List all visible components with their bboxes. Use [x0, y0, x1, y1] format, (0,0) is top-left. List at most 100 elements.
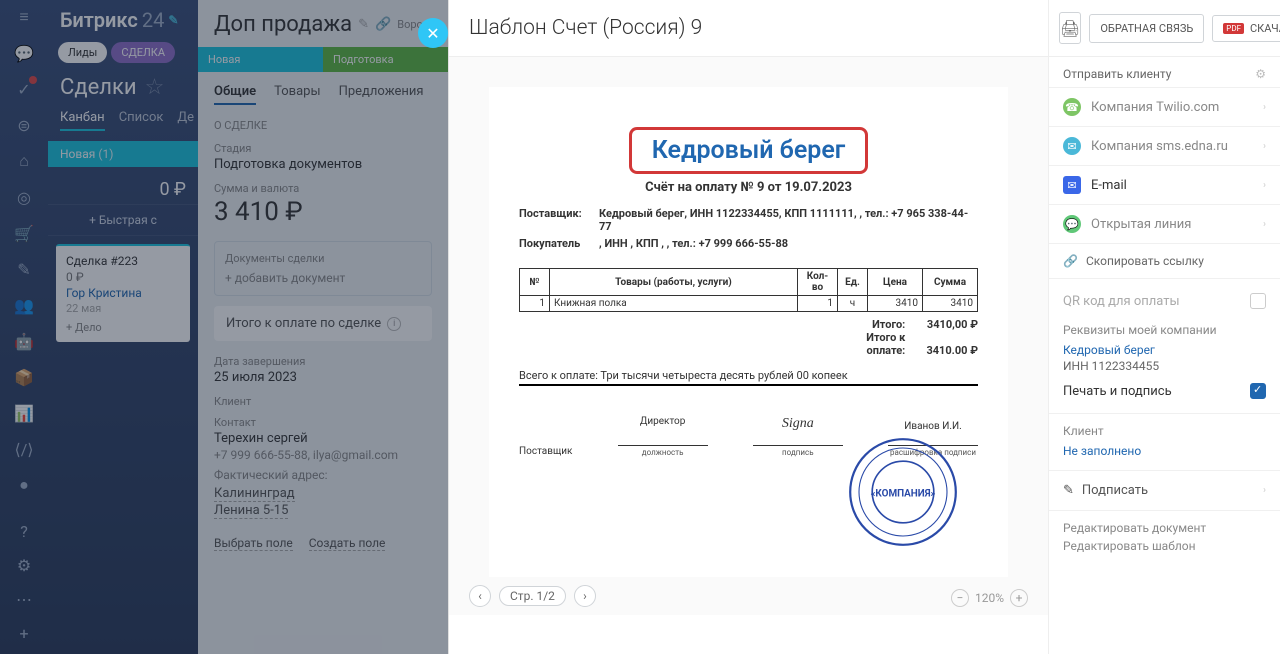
sign-name: Иванов И.И.	[888, 421, 978, 432]
requisites-label: Реквизиты моей компании	[1063, 323, 1266, 337]
create-field-link[interactable]: Создать поле	[309, 536, 386, 551]
contact-name[interactable]: Терехин сергей	[214, 431, 432, 446]
td-qty: 1	[798, 296, 838, 312]
pager-next[interactable]: ›	[574, 585, 596, 607]
send-sms[interactable]: ✉ Компания sms.edna.ru ›	[1049, 126, 1280, 165]
chat-icon[interactable]: 💬	[15, 44, 33, 62]
client-value[interactable]: Не заполнено	[1063, 444, 1266, 458]
add-doc-button[interactable]: + добавить документ	[225, 271, 421, 285]
document-viewer: Шаблон Счет (Россия) 9 Кедровый берег Сч…	[448, 0, 1048, 654]
company-name: Кедровый берег	[652, 136, 846, 165]
target-icon[interactable]: ◎	[15, 188, 33, 206]
total-value: 3410,00 ₽	[908, 318, 978, 331]
view-more[interactable]: Де	[177, 110, 194, 131]
copy-link-row[interactable]: 🔗 Скопировать ссылку	[1049, 243, 1280, 279]
send-openline-label: Открытая линия	[1091, 217, 1191, 232]
brand-name: Битрикс	[60, 8, 138, 32]
chevron-right-icon: ›	[1263, 180, 1266, 191]
td-sum: 3410	[923, 296, 978, 312]
view-list[interactable]: Список	[119, 110, 164, 131]
edit-icon[interactable]: ✎	[15, 260, 33, 278]
deal-title: Доп продажа	[214, 12, 352, 37]
client-section-label: Клиент	[1063, 424, 1266, 438]
robot-icon[interactable]: 🤖	[15, 332, 33, 350]
contact-label: Контакт	[214, 416, 432, 429]
stage-new[interactable]: Новая	[198, 47, 323, 72]
send-twilio[interactable]: ☎ Компания Twilio.com ›	[1049, 87, 1280, 126]
tasks-icon[interactable]: ✓	[15, 80, 33, 98]
stamp-checkbox[interactable]	[1250, 383, 1266, 399]
tab-leads[interactable]: Лиды	[58, 42, 107, 63]
zoom-controls: − 120% +	[951, 589, 1028, 607]
sign-label: Подписать	[1082, 483, 1148, 498]
tab-general[interactable]: Общие	[214, 84, 256, 105]
more-icon[interactable]: ⋯	[15, 590, 33, 608]
address-city[interactable]: Калининград	[214, 486, 295, 502]
stage-header[interactable]: Новая (1)	[48, 141, 198, 167]
end-date-value: 25 июля 2023	[214, 370, 432, 385]
quick-add-button[interactable]: + Быстрая с	[48, 204, 198, 236]
plus-icon[interactable]: +	[15, 624, 33, 642]
send-email-label: E-mail	[1091, 178, 1127, 193]
edit-template-link[interactable]: Редактировать шаблон	[1063, 539, 1266, 553]
star-icon[interactable]: ☆	[145, 75, 165, 100]
filter-icon[interactable]: ⊜	[15, 116, 33, 134]
zoom-value: 120%	[975, 591, 1004, 605]
openline-icon: 💬	[1063, 215, 1081, 233]
close-panel-button[interactable]: ✕	[418, 18, 448, 48]
left-nav-rail: ≡ 💬 ✓ ⊜ ⌂ ◎ 🛒 ✎ 👥 🤖 📦 📊 ⟨/⟩ ● ? ⚙ ⋯ +	[0, 0, 48, 654]
deal-card-add-task[interactable]: + Дело	[66, 321, 180, 334]
qr-checkbox[interactable]	[1250, 293, 1266, 309]
edit-document-link[interactable]: Редактировать документ	[1063, 521, 1266, 535]
deal-docs-box: Документы сделки + добавить документ	[214, 241, 432, 296]
zoom-in[interactable]: +	[1010, 589, 1028, 607]
download-button[interactable]: PDF СКАЧАТЬ	[1212, 15, 1280, 42]
doc-body: Кедровый берег Счёт на оплату № 9 от 19.…	[449, 57, 1048, 615]
home-icon[interactable]: ⌂	[15, 152, 33, 170]
edit-title-icon[interactable]: ✎	[358, 17, 369, 32]
circle-icon[interactable]: ●	[15, 476, 33, 494]
doc-page: Кедровый берег Счёт на оплату № 9 от 19.…	[489, 87, 1008, 577]
sitemap-icon[interactable]: ⚙	[15, 556, 33, 574]
stats-icon[interactable]: 📊	[15, 404, 33, 422]
th-price: Цена	[868, 269, 923, 296]
brand-logo[interactable]: Битрикс24 ✎	[48, 8, 198, 42]
address-street[interactable]: Ленина 5-15	[214, 503, 288, 519]
stage-prep[interactable]: Подготовка	[323, 47, 448, 72]
link-icon[interactable]: 🔗	[375, 17, 391, 32]
help-icon[interactable]: ?	[15, 522, 33, 540]
sms-icon: ✉	[1063, 137, 1081, 155]
box-icon[interactable]: 📦	[15, 368, 33, 386]
view-kanban[interactable]: Канбан	[60, 110, 105, 131]
send-settings-icon[interactable]: ⚙	[1255, 67, 1266, 81]
sign-position-label: должность	[618, 448, 708, 457]
zoom-out[interactable]: −	[951, 589, 969, 607]
requisites-company[interactable]: Кедровый берег	[1063, 343, 1266, 357]
sign-row[interactable]: ✎ Подписать ›	[1049, 470, 1280, 510]
payment-label: Итого к оплате по сделке	[226, 316, 381, 331]
chevron-right-icon: ›	[1263, 485, 1266, 496]
cart-icon[interactable]: 🛒	[15, 224, 33, 242]
stage-sum: 0 ₽	[48, 175, 198, 204]
info-icon[interactable]: i	[387, 317, 401, 331]
send-openline[interactable]: 💬 Открытая линия ›	[1049, 204, 1280, 243]
send-email[interactable]: ✉ E-mail ›	[1049, 165, 1280, 204]
deal-card-title[interactable]: Сделка #223	[66, 254, 180, 268]
brand-suffix: 24	[142, 8, 164, 32]
feedback-button[interactable]: ОБРАТНАЯ СВЯЗЬ	[1089, 14, 1204, 43]
tab-goods[interactable]: Товары	[274, 84, 320, 105]
code-icon[interactable]: ⟨/⟩	[15, 440, 33, 458]
tab-offers[interactable]: Предложения	[339, 84, 424, 105]
docs-label: Документы сделки	[225, 252, 421, 265]
print-button[interactable]: 🖨	[1059, 12, 1081, 44]
pager-prev[interactable]: ‹	[469, 585, 491, 607]
deal-card-person[interactable]: Гор Кристина	[66, 286, 180, 300]
send-sms-label: Компания sms.edna.ru	[1091, 139, 1228, 154]
payment-row: Итого к оплате по сделке i	[214, 306, 432, 341]
tab-deal[interactable]: СДЕЛКА	[111, 42, 175, 63]
menu-icon[interactable]: ≡	[15, 8, 33, 26]
deal-card[interactable]: Сделка #223 0 ₽ Гор Кристина 22 мая + Де…	[56, 244, 190, 342]
contacts-icon[interactable]: 👥	[15, 296, 33, 314]
deal-card-amount: 0 ₽	[66, 270, 180, 284]
select-field-link[interactable]: Выбрать поле	[214, 536, 293, 551]
